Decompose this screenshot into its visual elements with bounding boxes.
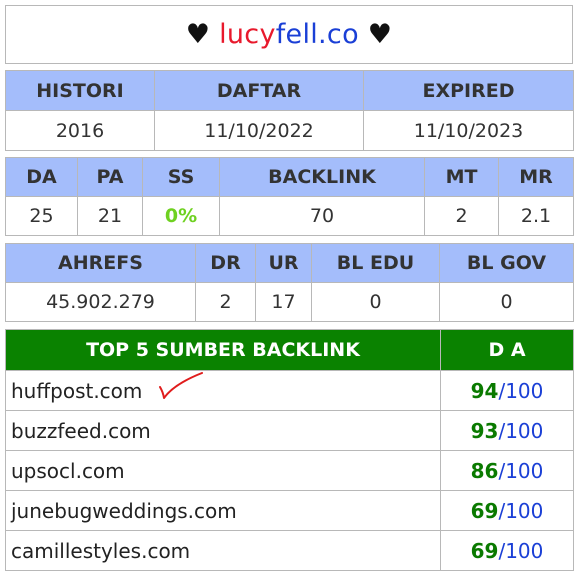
- header-mt: MT: [424, 157, 499, 197]
- backlink-da-cell: 69/100: [440, 530, 574, 571]
- domain-info-table: HISTORI DAFTAR EXPIRED 2016 11/10/2022 1…: [5, 70, 574, 151]
- da-max: 100: [505, 458, 544, 483]
- backlink-domain: junebugweddings.com: [11, 498, 237, 523]
- da-max: 100: [505, 498, 544, 523]
- backlink-da-cell: 94/100: [440, 370, 574, 411]
- backlink-domain: camillestyles.com: [11, 538, 191, 563]
- header-backlink: BACKLINK: [219, 157, 425, 197]
- da-max: 100: [505, 538, 544, 563]
- metrics-value-row: 25 21 0% 70 2 2.1: [5, 196, 574, 236]
- backlink-domain: upsocl.com: [11, 458, 125, 483]
- domain-info-value-row: 2016 11/10/2022 11/10/2023: [5, 110, 574, 151]
- backlink-domain-cell: camillestyles.com: [5, 530, 441, 571]
- backlink-da-cell: 93/100: [440, 410, 574, 451]
- header-histori: HISTORI: [5, 70, 155, 111]
- site-title: ♥ lucy fell.co ♥: [5, 5, 573, 64]
- value-bl-edu: 0: [311, 282, 440, 322]
- value-bl-gov: 0: [439, 282, 574, 322]
- da-max: 100: [505, 378, 544, 403]
- value-histori: 2016: [5, 110, 155, 151]
- header-pa: PA: [77, 157, 143, 197]
- value-backlink: 70: [219, 196, 425, 236]
- header-dr: DR: [195, 243, 256, 283]
- value-ahrefs: 45.902.279: [5, 282, 196, 322]
- value-daftar: 11/10/2022: [154, 110, 364, 151]
- backlink-header-row: TOP 5 SUMBER BACKLINK D A: [5, 329, 574, 371]
- header-daftar: DAFTAR: [154, 70, 364, 111]
- value-ur: 17: [255, 282, 312, 322]
- header-ss: SS: [142, 157, 220, 197]
- value-mr: 2.1: [498, 196, 574, 236]
- value-mt: 2: [424, 196, 499, 236]
- table-row: camillestyles.com 69/100: [5, 530, 574, 571]
- backlink-domain-cell: junebugweddings.com: [5, 490, 441, 531]
- header-expired: EXPIRED: [363, 70, 574, 111]
- backlink-domain-cell: huffpost.com: [5, 370, 441, 411]
- value-dr: 2: [195, 282, 256, 322]
- table-row: huffpost.com 94/100: [5, 370, 574, 411]
- site-title-part1: lucy: [219, 19, 276, 50]
- header-bl-gov: BL GOV: [439, 243, 574, 283]
- header-ahrefs: AHREFS: [5, 243, 196, 283]
- heart-left-icon: ♥: [185, 19, 211, 50]
- backlink-domain: buzzfeed.com: [11, 418, 151, 443]
- header-da-score: D A: [440, 329, 574, 371]
- header-ur: UR: [255, 243, 312, 283]
- backlink-sources-table: TOP 5 SUMBER BACKLINK D A huffpost.com 9…: [5, 329, 574, 571]
- table-row: junebugweddings.com 69/100: [5, 490, 574, 531]
- header-da: DA: [5, 157, 78, 197]
- ahrefs-value-row: 45.902.279 2 17 0 0: [5, 282, 574, 322]
- table-row: upsocl.com 86/100: [5, 450, 574, 491]
- header-bl-edu: BL EDU: [311, 243, 440, 283]
- backlink-da: 69: [470, 498, 499, 523]
- backlink-da: 86: [470, 458, 499, 483]
- value-da: 25: [5, 196, 78, 236]
- metrics-table: DA PA SS BACKLINK MT MR 25 21 0% 70 2 2.…: [5, 157, 574, 236]
- header-mr: MR: [498, 157, 574, 197]
- backlink-da-cell: 69/100: [440, 490, 574, 531]
- backlink-da: 94: [470, 378, 499, 403]
- table-row: buzzfeed.com 93/100: [5, 410, 574, 451]
- da-max: 100: [505, 418, 544, 443]
- ahrefs-table: AHREFS DR UR BL EDU BL GOV 45.902.279 2 …: [5, 243, 574, 322]
- ahrefs-header-row: AHREFS DR UR BL EDU BL GOV: [5, 243, 574, 283]
- value-ss: 0%: [142, 196, 220, 236]
- metrics-header-row: DA PA SS BACKLINK MT MR: [5, 157, 574, 197]
- value-pa: 21: [77, 196, 143, 236]
- backlink-domain-cell: buzzfeed.com: [5, 410, 441, 451]
- heart-right-icon: ♥: [367, 19, 393, 50]
- backlink-da-cell: 86/100: [440, 450, 574, 491]
- red-checkmark-icon: [159, 372, 203, 399]
- backlink-domain-cell: upsocl.com: [5, 450, 441, 491]
- site-title-part2: fell.co: [275, 19, 359, 50]
- header-top-sources: TOP 5 SUMBER BACKLINK: [5, 329, 441, 371]
- backlink-da: 69: [470, 538, 499, 563]
- backlink-domain: huffpost.com: [11, 378, 143, 403]
- domain-info-header-row: HISTORI DAFTAR EXPIRED: [5, 70, 574, 111]
- value-expired: 11/10/2023: [363, 110, 574, 151]
- backlink-da: 93: [470, 418, 499, 443]
